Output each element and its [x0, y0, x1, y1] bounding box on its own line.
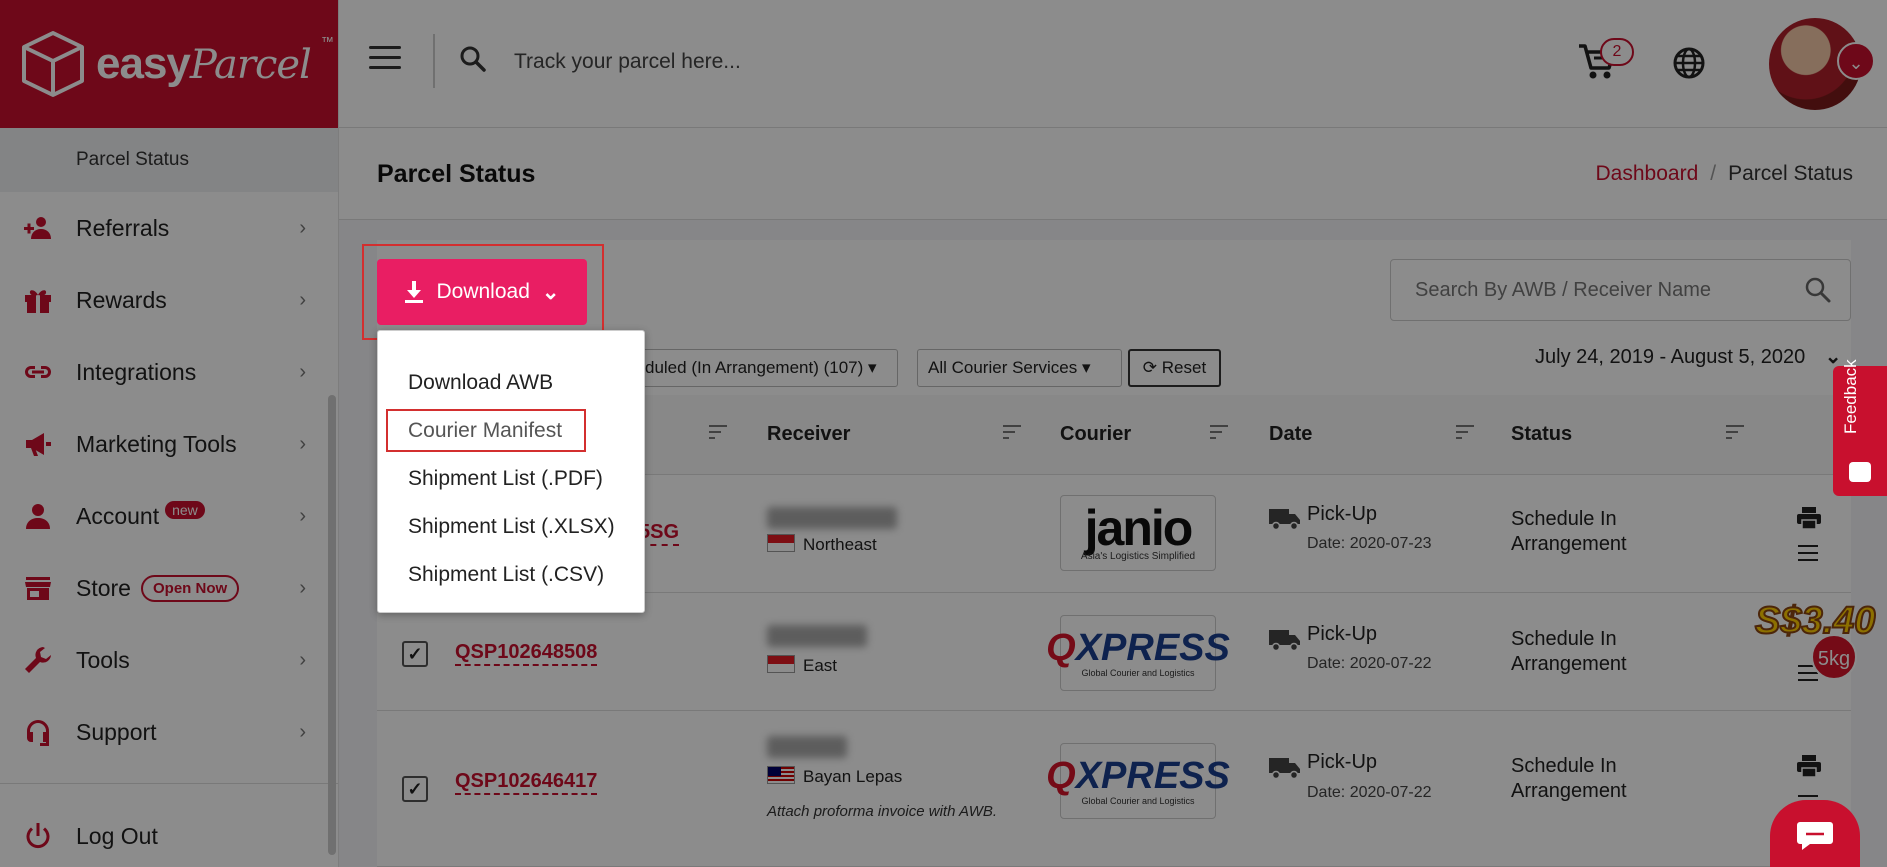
download-dropdown-menu: Download AWB Courier Manifest Shipment L…: [377, 330, 645, 613]
courier-manifest-highlight: [386, 409, 586, 452]
download-button[interactable]: Download ⌄: [377, 259, 587, 325]
chat-icon: [1797, 822, 1833, 850]
chevron-down-icon: ⌄: [541, 280, 560, 304]
menu-item-shipment-list-xlsx[interactable]: Shipment List (.XLSX): [408, 515, 615, 539]
feedback-label: Feedback: [1841, 359, 1860, 434]
menu-item-shipment-list-pdf[interactable]: Shipment List (.PDF): [408, 467, 603, 491]
feedback-tab[interactable]: Feedback: [1833, 359, 1887, 496]
download-icon: [405, 281, 424, 303]
download-label: Download: [436, 280, 530, 303]
modal-overlay: [0, 0, 1887, 867]
menu-item-shipment-list-csv[interactable]: Shipment List (.CSV): [408, 563, 604, 587]
chat-button[interactable]: [1770, 800, 1860, 867]
menu-item-download-awb[interactable]: Download AWB: [408, 371, 553, 395]
feedback-face-icon: [1849, 462, 1871, 482]
